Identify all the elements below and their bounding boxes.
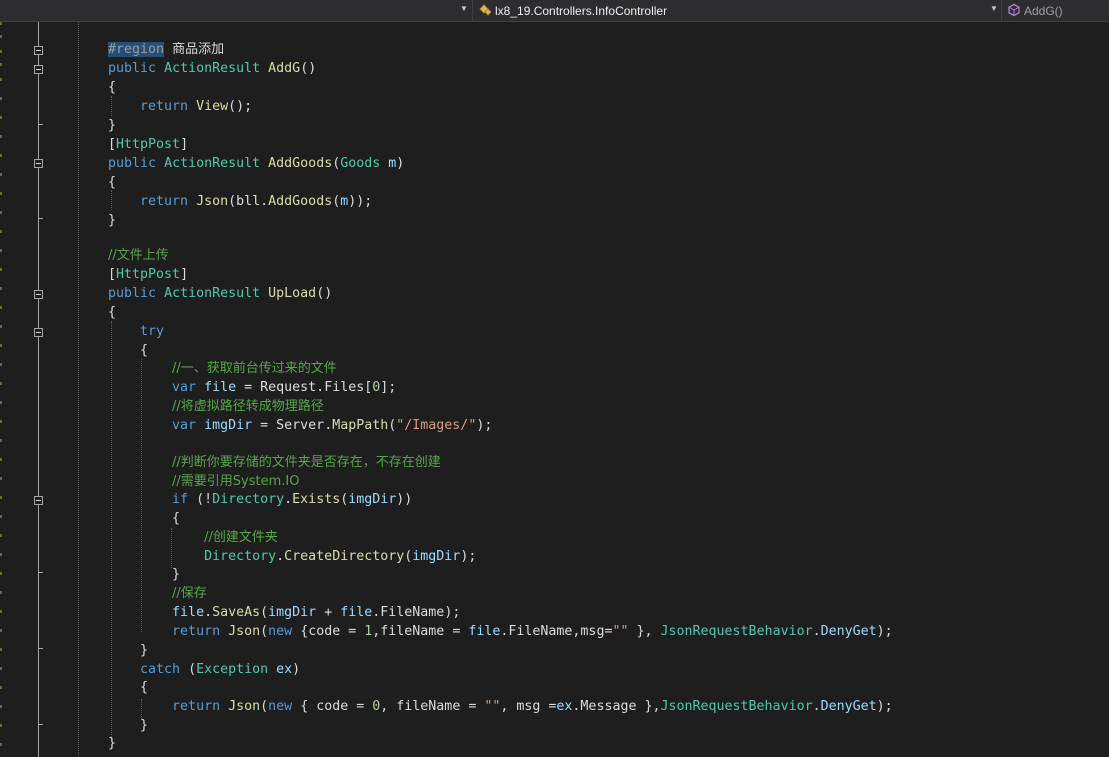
code-line: //创建文件夹 xyxy=(204,530,278,545)
code-line: } xyxy=(108,118,117,133)
code-line: } xyxy=(172,567,181,582)
chevron-down-icon: ▼ xyxy=(460,4,468,13)
code-editor[interactable]: #region 商品添加 public ActionResult AddG() … xyxy=(0,22,1109,757)
code-line: if (!Directory.Exists(imgDir)) xyxy=(172,492,413,507)
code-line: { xyxy=(108,80,117,95)
collapse-icon[interactable] xyxy=(34,159,43,168)
code-line: } xyxy=(108,736,117,751)
collapse-icon[interactable] xyxy=(34,290,43,299)
chevron-down-icon: ▼ xyxy=(990,4,998,13)
code-line: //将虚拟路径转成物理路径 xyxy=(172,399,324,414)
collapse-icon[interactable] xyxy=(34,328,43,337)
member-dropdown-value: AddG() xyxy=(1024,4,1063,18)
collapse-icon[interactable] xyxy=(34,496,43,505)
code-line: catch (Exception ex) xyxy=(140,662,301,677)
code-line: { xyxy=(108,175,117,190)
class-dropdown-value: lx8_19.Controllers.InfoController xyxy=(495,4,668,18)
code-line: } xyxy=(140,718,149,733)
code-line: [HttpPost] xyxy=(108,137,189,152)
code-line: Directory.CreateDirectory(imgDir); xyxy=(204,549,477,564)
code-line: { xyxy=(140,343,149,358)
code-line: { xyxy=(140,680,149,695)
code-line: #region 商品添加 xyxy=(108,42,225,57)
collapse-icon[interactable] xyxy=(34,65,43,74)
code-line: return View(); xyxy=(140,99,253,114)
code-line: //判断你要存储的文件夹是否存在，不存在创建 xyxy=(172,455,441,470)
code-line: try xyxy=(140,324,165,339)
code-line: } xyxy=(140,643,149,658)
code-line: return Json(new {code = 1,fileName = fil… xyxy=(172,624,893,639)
code-line: //保存 xyxy=(172,586,207,601)
code-line: [HttpPost] xyxy=(108,267,189,282)
change-tracking-margin xyxy=(0,22,4,757)
code-line: public ActionResult AddG() xyxy=(108,61,317,76)
navigation-bar: ▼ lx8_19.Controllers.InfoController ▼ Ad… xyxy=(0,0,1109,22)
member-dropdown[interactable]: AddG() xyxy=(1001,0,1109,21)
class-dropdown[interactable]: lx8_19.Controllers.InfoController ▼ xyxy=(472,0,1001,21)
code-line: //需要引用System.IO xyxy=(172,474,300,489)
code-line: var imgDir = Server.MapPath("/Images/"); xyxy=(172,418,493,433)
project-dropdown[interactable]: ▼ xyxy=(0,0,470,21)
code-line: { xyxy=(108,305,117,320)
code-line: public ActionResult UpLoad() xyxy=(108,286,333,301)
method-icon xyxy=(1008,3,1020,17)
code-line: } xyxy=(108,213,117,228)
code-line: //一、获取前台传过来的文件 xyxy=(172,361,337,376)
code-line: file.SaveAs(imgDir + file.FileName); xyxy=(172,605,461,620)
collapse-icon[interactable] xyxy=(34,46,43,55)
code-line: return Json(new { code = 0, fileName = "… xyxy=(172,699,893,714)
code-line: //文件上传 xyxy=(108,248,169,263)
code-line: { xyxy=(172,511,181,526)
class-icon xyxy=(479,4,492,16)
code-line: public ActionResult AddGoods(Goods m) xyxy=(108,156,405,171)
code-line: return Json(bll.AddGoods(m)); xyxy=(140,194,373,209)
code-line: var file = Request.Files[0]; xyxy=(172,380,397,395)
